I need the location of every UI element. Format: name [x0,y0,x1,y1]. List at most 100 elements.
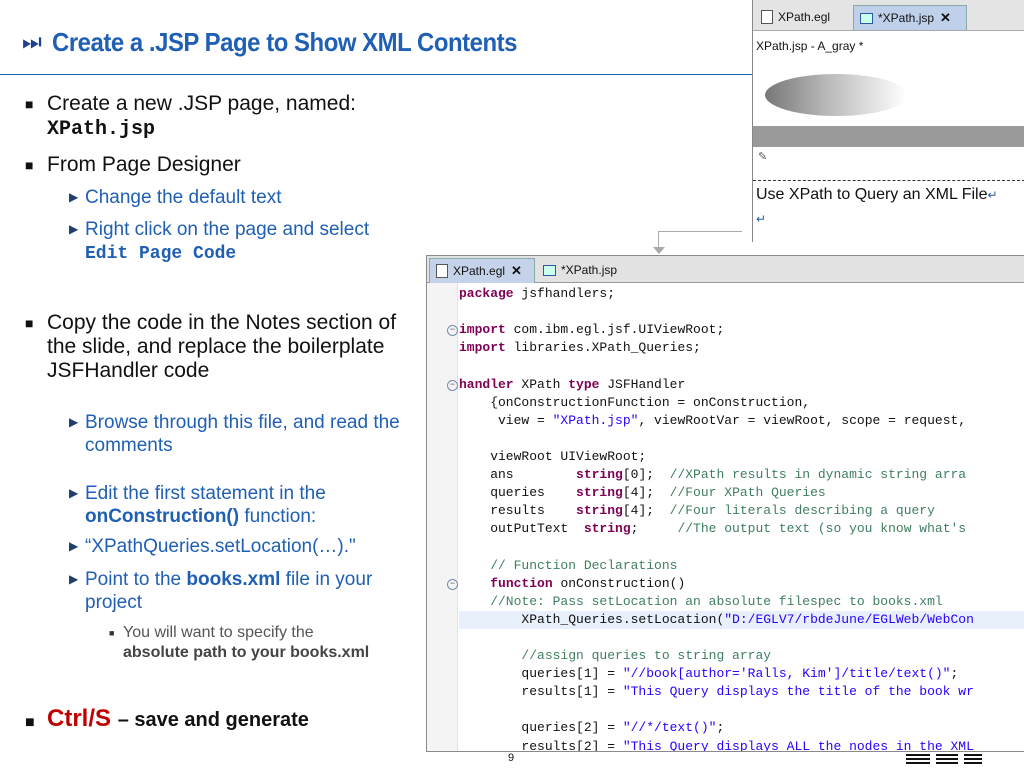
code-text: XPath_Queries.setLocation( [459,611,725,627]
code-line[interactable]: results[2] = "This Query displays ALL th… [459,738,973,752]
square-bullet-icon: ■ [109,628,115,638]
sub-bullet-setlocation: ▶ “XPathQueries.setLocation(…)." [69,535,425,558]
sub-sub-bullet-text: You will want to specify the [123,624,314,641]
tab-xpath-egl[interactable]: XPath.egl [755,5,851,29]
code-keyword: string [583,521,631,537]
code-line[interactable]: outPutText string; //The output text (so… [459,520,966,538]
code-line[interactable]: XPath_Queries.setLocation("D:/EGLV7/rbde… [459,610,1024,629]
sub-bullet-text: Point to the [85,569,182,590]
fold-toggle-icon[interactable]: − [447,379,458,391]
code-text: {onConstructionFunction = onConstruction… [459,394,811,410]
return-mark-icon: ↵ [987,188,998,202]
code-line[interactable]: results[1] = "This Query displays the ti… [459,683,973,701]
triangle-bullet-icon: ▶ [69,415,79,429]
square-bullet-icon: ■ [25,157,34,173]
gradient-oval-image [765,74,907,116]
filename-code: XPath.jsp [47,118,156,141]
code-line[interactable]: queries[1] = "//book[author='Ralls, Kim'… [459,665,958,683]
code-comment: // Function Declarations [459,557,678,573]
slide-title: Create a .JSP Page to Show XML Contents [51,26,517,57]
code-comment: //Four literals describing a query [669,503,935,519]
bullet-create-page: ■ Create a new .JSP page, named: XPath.j… [25,92,447,142]
code-line[interactable]: //Note: Pass setLocation an absolute fil… [459,593,943,611]
code-line[interactable]: // Function Declarations [459,557,677,575]
page-heading-text[interactable]: Use XPath to Query an XML File↵ [756,186,998,204]
code-text: results [459,503,577,519]
code-line[interactable]: − handler XPath type JSFHandler [447,376,685,394]
arrow-down-icon [653,247,665,254]
bullet-text: Create a new .JSP page, named: [47,92,356,115]
ibm-logo [906,752,986,770]
code-text: viewRoot UIViewRoot; [459,448,647,464]
close-icon[interactable]: ✕ [511,263,522,279]
code-line[interactable]: − function onConstruction() [447,575,685,593]
designer-tab-bar: XPath.egl *XPath.jsp ✕ [753,0,1024,31]
code-line[interactable]: //assign queries to string array [459,647,771,665]
bullet-text: Copy the code in the Notes section of th… [47,311,397,382]
page-label: XPath.jsp - A_gray * [756,39,864,53]
heading-text: Use XPath to Query an XML File [756,186,988,203]
sub-bullet-text: Browse through this file, and read the c… [85,412,400,456]
code-line[interactable]: queries[2] = "//*/text()"; [459,719,724,737]
code-line[interactable]: package jsfhandlers; [459,285,615,303]
sub-sub-bullet-absolute-path: ■ You will want to specify the absolute … [109,623,383,663]
code-keyword: type [568,376,600,392]
editor-gutter [427,283,458,751]
connector-line [658,231,742,232]
triangle-bullet-icon: ▶ [69,222,79,236]
code-comment: //Note: Pass setLocation an absolute fil… [459,593,943,609]
skip-forward-icon: ⏭ [22,29,42,55]
sub-bullet-text: Right click on the page and select [85,219,370,240]
tab-label: XPath.egl [778,10,831,24]
code-string: "//book[author='Ralls, Kim']/title/text(… [622,666,951,682]
code-keyword: string [576,503,623,519]
triangle-bullet-icon: ▶ [69,486,79,500]
code-text: [4]; [622,485,670,501]
triangle-bullet-icon: ▶ [69,539,79,553]
tab-xpath-egl[interactable]: XPath.egl ✕ [429,258,535,283]
code-text: outPutText [459,521,584,537]
code-comment: //Four XPath Queries [669,485,826,501]
title-divider [0,74,752,75]
code-comment: //The output text (so you know what's [677,521,967,537]
code-line[interactable]: viewRoot UIViewRoot; [459,448,646,466]
code-line[interactable]: import libraries.XPath_Queries; [459,339,701,357]
code-keyword: import [459,340,506,356]
code-line[interactable]: results string[4]; //Four literals descr… [459,502,935,520]
sub-bullet-text: “XPathQueries.setLocation(…)." [85,536,356,557]
tab-xpath-jsp[interactable]: *XPath.jsp [537,258,651,282]
code-line[interactable]: view = "XPath.jsp", viewRootVar = viewRo… [459,412,966,430]
close-icon[interactable]: ✕ [940,10,951,26]
code-keyword: handler [459,376,514,392]
code-keyword: string [576,467,623,482]
tab-label: XPath.egl [453,264,506,278]
fold-toggle-icon[interactable]: − [447,578,458,590]
editor-tab-bar: XPath.egl ✕ *XPath.jsp [427,256,1024,283]
code-editor: XPath.egl ✕ *XPath.jsp package jsfhandle… [426,255,1024,752]
code-string: "XPath.jsp" [552,412,639,428]
code-text: ans [459,467,577,482]
code-text: [0]; [622,467,670,482]
code-text: queries [459,485,577,501]
tab-xpath-jsp[interactable]: *XPath.jsp ✕ [853,5,967,30]
triangle-bullet-icon: ▶ [69,572,79,586]
edit-icon[interactable]: ✎ [758,150,767,163]
code-line[interactable]: − import com.ibm.egl.jsf.UIViewRoot; [447,321,725,339]
code-text: com.ibm.egl.jsf.UIViewRoot; [505,322,725,338]
triangle-bullet-icon: ▶ [69,190,79,204]
code-line[interactable]: {onConstructionFunction = onConstruction… [459,394,810,412]
sub-bullet-text: Change the default text [85,187,282,208]
tab-label: *XPath.jsp [878,11,935,25]
file-icon [436,264,448,278]
code-text: results[1] = [459,684,623,700]
bullet-text: From Page Designer [47,153,241,176]
code-comment: //XPath results in dynamic string arra [669,467,967,482]
page-number: 9 [508,752,515,764]
bullet-save: ■ Ctrl/S – save and generate [25,705,427,734]
code-line[interactable]: queries string[4]; //Four XPath Queries [459,484,826,502]
code-text: [4]; [622,503,670,519]
menu-command-text: Edit Page Code [85,244,237,264]
return-mark-icon: ↵ [756,212,767,226]
code-line[interactable]: ans string[0]; //XPath results in dynami… [459,466,966,484]
